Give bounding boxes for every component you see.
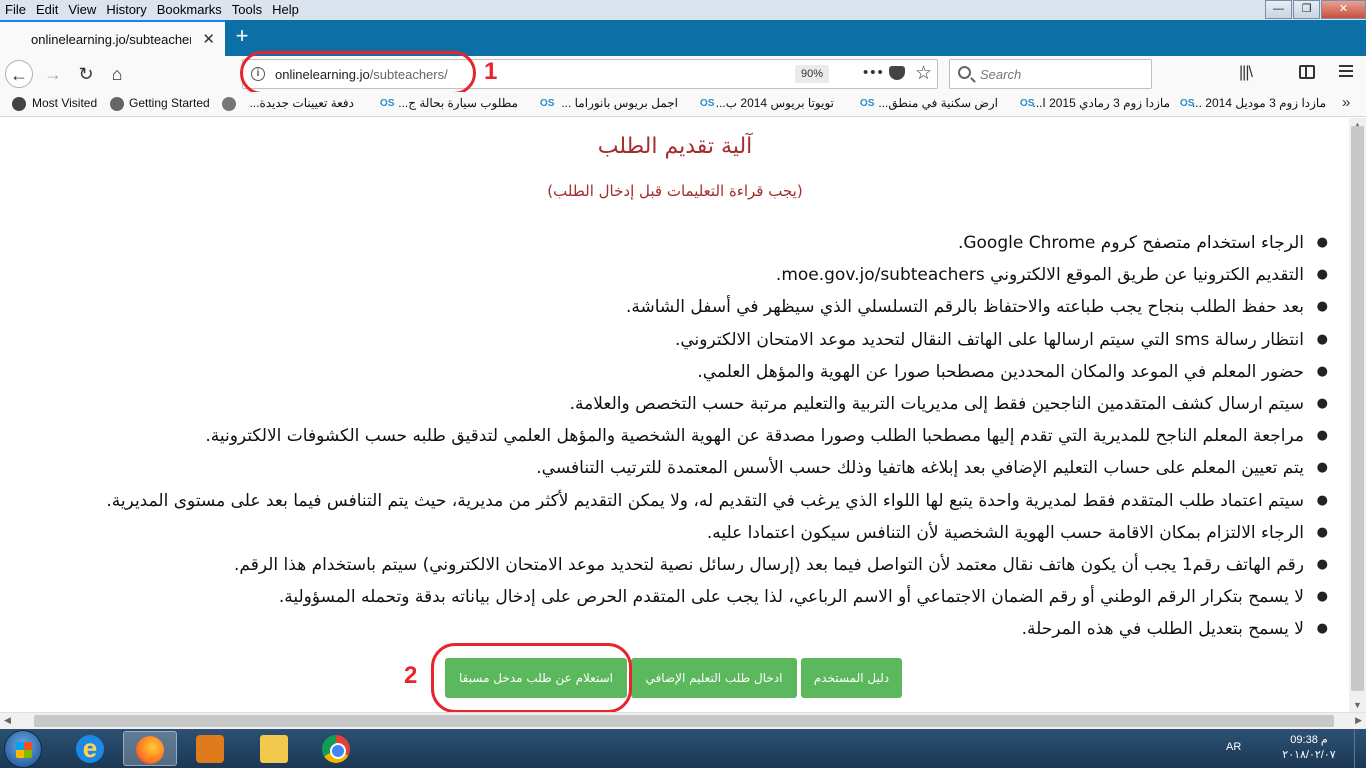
bookmarks-overflow-icon[interactable]: » [1342,94,1350,111]
bookmark-item[interactable]: مازدا زوم 3 موديل 2014 ... [1192,96,1326,110]
clock[interactable]: 09:38 م ٢٠١٨/٠٢/٠٧ [1279,733,1339,763]
instructions-list: الرجاء استخدام متصفح كروم Google Chrome.… [98,227,1328,645]
chrome-icon [322,735,350,763]
taskbar-media-player[interactable] [184,731,238,766]
clock-date: ٢٠١٨/٠٢/٠٧ [1282,749,1336,761]
language-indicator[interactable]: AR [1226,741,1241,753]
search-input[interactable]: Search [949,59,1152,89]
taskbar-ie[interactable]: e [64,731,118,766]
bookmark-item[interactable]: ارض سكنية في منطق... [878,96,998,110]
os-badge-icon: OS [860,98,875,109]
taskbar-firefox[interactable] [123,731,177,766]
horizontal-scroll-thumb[interactable] [34,715,1334,727]
page-actions-icon[interactable]: ••• [863,64,885,81]
instruction-item: سيتم اعتماد طلب المتقدم فقط لمديرية واحد… [98,485,1328,517]
hamburger-menu-icon[interactable] [1339,65,1353,79]
instruction-item: يتم تعيين المعلم على حساب التعليم الإضاف… [98,452,1328,484]
scroll-down-icon[interactable]: ▼ [1353,700,1362,710]
menu-view[interactable]: View [63,0,101,20]
search-icon [958,66,971,79]
getting-started-icon [110,97,124,111]
menu-bar: File Edit View History Bookmarks Tools H… [0,0,1366,20]
tab-active[interactable]: onlinelearning.jo/subteachers/ ✕ [0,20,225,56]
instruction-item: بعد حفظ الطلب بنجاح يجب طباعته والاحتفاظ… [98,291,1328,323]
back-button[interactable]: ← [5,60,33,88]
vertical-scroll-thumb[interactable] [1351,126,1364,691]
os-badge-icon: OS [380,98,395,109]
instruction-item: انتظار رسالة sms التي سيتم ارسالها على ا… [98,324,1328,356]
instruction-item: الرجاء استخدام متصفح كروم Google Chrome. [98,227,1328,259]
tab-title: onlinelearning.jo/subteachers/ [31,31,191,47]
page-subtitle: (يجب قراءة التعليمات قبل إدخال الطلب) [547,182,803,200]
home-button[interactable]: ⌂ [103,60,131,88]
minimize-button[interactable]: — [1265,0,1292,19]
instruction-item: رقم الهاتف رقم1 يجب أن يكون هاتف نقال مع… [98,549,1328,581]
windows-taskbar: e AR 09:38 م ٢٠١٨/٠٢/٠٧ [0,729,1366,768]
bookmark-getting-started[interactable]: Getting Started [129,96,210,110]
bookmark-star-icon[interactable]: ☆ [915,62,932,85]
pocket-icon[interactable] [889,66,905,80]
tab-close-icon[interactable]: ✕ [202,30,215,48]
instruction-item: حضور المعلم في الموعد والمكان المحددين م… [98,356,1328,388]
os-badge-icon: OS [540,98,555,109]
instruction-item: لا يسمح بتكرار الرقم الوطني أو رقم الضما… [98,581,1328,613]
menu-history[interactable]: History [101,0,151,20]
taskbar-chrome[interactable] [310,731,364,766]
annotation-label-2: 2 [404,662,418,689]
clock-time: 09:38 م [1290,734,1328,746]
library-icon[interactable]: |||\ [1239,64,1253,82]
user-guide-button[interactable]: دليل المستخدم [801,658,902,698]
show-desktop-button[interactable] [1354,729,1366,768]
instruction-item: سيتم ارسال كشف المتقدمين الناجحين فقط إل… [98,388,1328,420]
sidebar-icon[interactable] [1299,65,1315,79]
bookmarks-toolbar: Most Visited Getting Started دفعة تعيينا… [0,92,1366,117]
instruction-item: الرجاء الالتزام بمكان الاقامة حسب الهوية… [98,517,1328,549]
bookmark-most-visited[interactable]: Most Visited [32,96,97,110]
folder-icon [260,735,288,763]
most-visited-icon [12,97,26,111]
browser-window: File Edit View History Bookmarks Tools H… [0,0,1366,768]
bookmark-item[interactable]: اجمل بريوس بانوراما ... [561,96,678,110]
zoom-indicator[interactable]: 90% [795,65,830,83]
menu-tools[interactable]: Tools [227,0,267,20]
annotation-label-1: 1 [484,58,498,85]
navigation-toolbar: ← → ↻ ⌂ i onlinelearning.jo/subteachers/… [0,56,1366,92]
page-title: آلية تقديم الطلب [597,134,753,159]
instruction-item: مراجعة المعلم الناجح للمديرية التي تقدم … [98,420,1328,452]
forward-button[interactable]: → [39,60,67,88]
scroll-left-icon[interactable]: ◀ [4,715,11,726]
maximize-button[interactable]: ❐ [1293,0,1320,19]
tab-strip: onlinelearning.jo/subteachers/ ✕ + [0,20,1366,56]
reload-button[interactable]: ↻ [72,60,100,88]
annotation-oval-2 [431,643,632,713]
bookmark-item[interactable]: مطلوب سيارة بحالة ج... [398,96,518,110]
menu-bookmarks[interactable]: Bookmarks [152,0,227,20]
firefox-icon [136,736,164,764]
window-controls: — ❐ ✕ [1264,0,1366,20]
vertical-scrollbar[interactable]: ▲ ▼ [1349,118,1366,712]
instruction-item: لا يسمح بتعديل الطلب في هذه المرحلة. [98,613,1328,645]
bookmark-item[interactable]: دفعة تعيينات جديدة... [244,96,354,110]
menu-edit[interactable]: Edit [31,0,63,20]
bookmark-item[interactable]: تويوتا بريوس 2014 ب... [716,96,834,110]
horizontal-scrollbar[interactable]: ◀ ▶ [0,712,1366,729]
media-player-icon [196,735,224,763]
taskbar-explorer[interactable] [248,731,302,766]
annotation-oval-1 [240,51,476,95]
bookmark-item[interactable]: مازدا زوم 3 رمادي 2015 ا... [1032,96,1170,110]
internet-explorer-icon: e [76,735,104,763]
globe-icon [222,97,236,111]
close-window-button[interactable]: ✕ [1321,0,1366,19]
start-button[interactable] [4,730,42,768]
search-placeholder: Search [980,67,1022,82]
add-extra-education-button[interactable]: ادخال طلب التعليم الإضافي [631,658,797,698]
menu-help[interactable]: Help [267,0,304,20]
page-content: آلية تقديم الطلب (يجب قراءة التعليمات قب… [0,118,1366,712]
scroll-right-icon[interactable]: ▶ [1355,715,1362,726]
new-tab-button[interactable]: + [230,22,254,52]
os-badge-icon: OS [700,98,715,109]
instruction-item: التقديم الكترونيا عن طريق الموقع الالكتر… [98,259,1328,291]
menu-file[interactable]: File [0,0,31,20]
